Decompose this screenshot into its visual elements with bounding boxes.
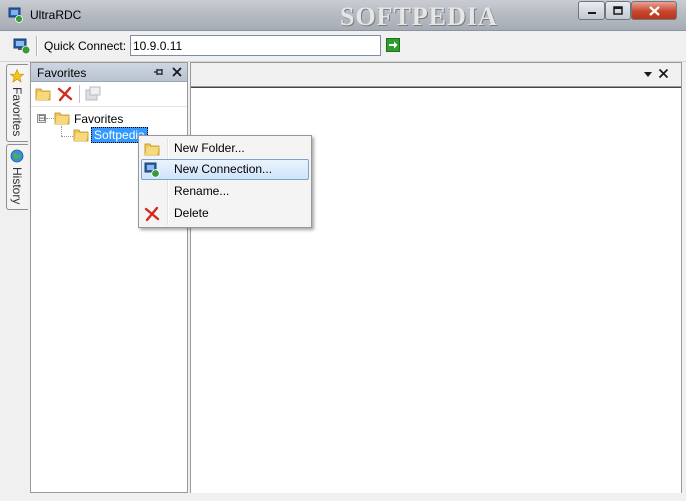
pin-icon[interactable] [153,66,165,78]
properties-icon[interactable] [85,86,101,102]
menu-item-label: Rename... [174,184,230,198]
chevron-down-icon[interactable] [643,69,653,79]
app-icon [8,7,23,23]
star-icon [10,69,24,83]
tree-expander[interactable]: ⊟ [37,114,46,123]
favorites-panel-title: Favorites [37,66,87,80]
maximize-button[interactable] [605,1,631,20]
title-watermark: SOFTPEDIA [340,2,498,31]
folder-icon [144,143,160,156]
quick-connect-label: Quick Connect: [44,39,127,53]
menu-item-label: Delete [174,206,209,220]
tab-favorites-label: Favorites [10,87,24,137]
maximize-icon [613,6,623,15]
folder-icon [54,112,70,125]
close-icon[interactable] [171,66,183,78]
app-window: UltraRDC SOFTPEDIA Quick Connect: Favori… [0,0,686,501]
connect-go-button[interactable] [386,38,400,52]
delete-icon[interactable] [57,86,73,102]
panel-toolbar-separator [79,85,80,103]
document-tab-strip [191,63,681,87]
delete-icon [144,206,160,222]
folder-icon [73,129,89,142]
minimize-icon [587,11,596,14]
window-title: UltraRDC [30,8,82,22]
toolbar-separator [36,36,38,56]
favorites-panel: Favorites ⊟ Favorites Softpedia [30,62,188,493]
menu-item-delete[interactable]: Delete [141,203,309,224]
tree-line [61,126,62,136]
title-bar[interactable]: UltraRDC SOFTPEDIA [0,0,686,31]
menu-item-label: New Connection... [174,162,273,176]
menu-item-label: New Folder... [174,141,245,155]
computer-icon [144,162,160,178]
close-button[interactable] [631,1,677,20]
quick-connect-input[interactable] [130,35,381,56]
tab-history-label: History [10,167,24,205]
tab-history[interactable]: History [6,144,28,210]
quick-connect-toolbar: Quick Connect: [0,31,686,62]
favorites-panel-toolbar [31,82,187,107]
new-folder-icon[interactable] [35,86,51,102]
arrow-right-icon [389,41,398,49]
minimize-button[interactable] [578,1,605,20]
menu-item-new-connection[interactable]: New Connection... [141,159,309,180]
connection-document-area [190,62,682,493]
tab-favorites[interactable]: Favorites [6,64,28,142]
context-menu: New Folder... New Connection... Rename..… [138,135,312,228]
close-icon[interactable] [658,68,669,79]
side-tab-strip: Favorites History [6,64,29,210]
tree-item-favorites[interactable]: Favorites [74,112,123,126]
close-icon [648,5,660,16]
tree-line [61,136,73,137]
computer-icon[interactable] [13,37,31,55]
menu-item-rename[interactable]: Rename... [141,181,309,202]
menu-item-new-folder[interactable]: New Folder... [141,138,309,159]
tree-line [46,118,54,119]
favorites-panel-header: Favorites [31,63,187,82]
globe-icon [10,149,24,163]
